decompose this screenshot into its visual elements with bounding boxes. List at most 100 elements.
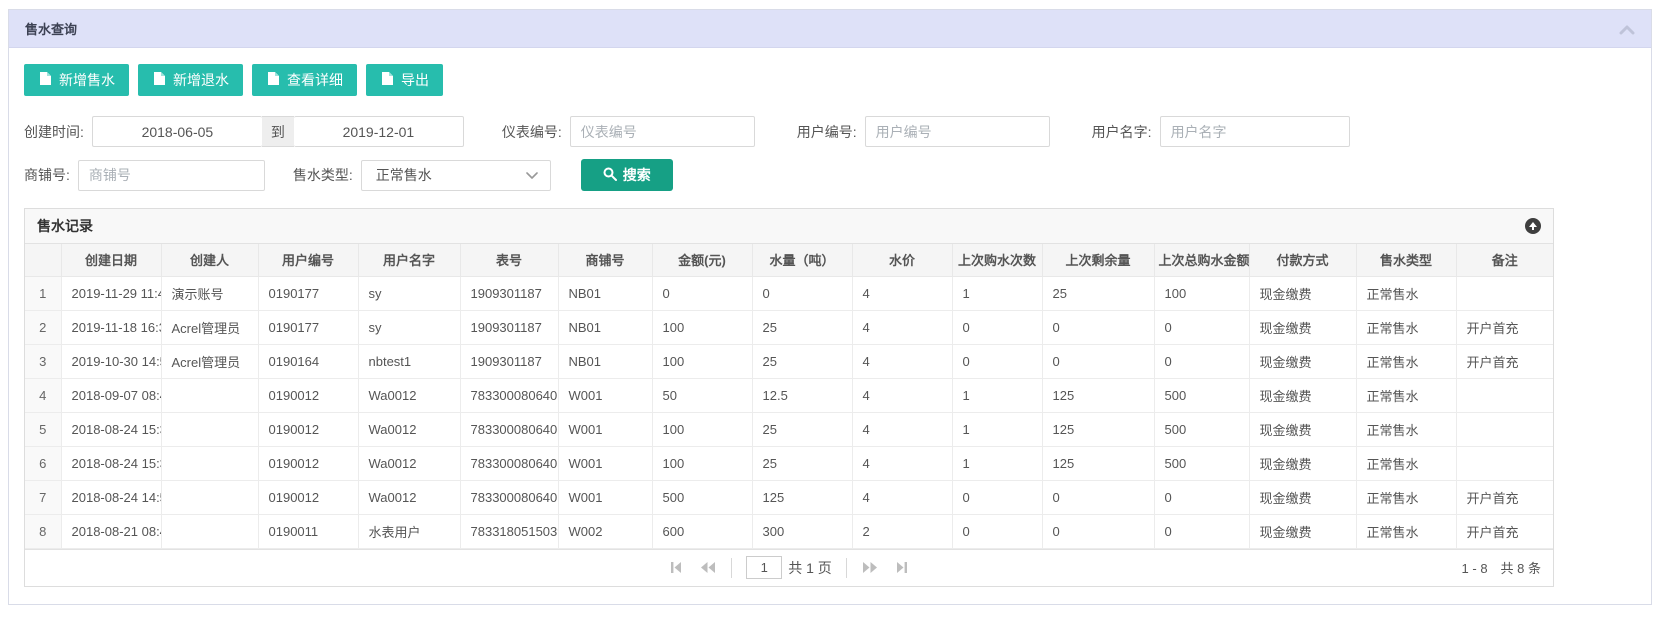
table-cell: 正常售水 xyxy=(1356,310,1456,344)
table-row[interactable]: 72018-08-24 14:50190012Wa001278330008064… xyxy=(25,480,1553,514)
table-cell: 25 xyxy=(752,412,852,446)
column-header[interactable] xyxy=(25,244,61,276)
table-cell: 300 xyxy=(752,514,852,548)
table-cell: 25 xyxy=(1042,276,1154,310)
meter-no-input[interactable] xyxy=(570,116,755,147)
table-cell: Wa0012 xyxy=(358,378,460,412)
table-row[interactable]: 62018-08-24 15:30190012Wa001278330008064… xyxy=(25,446,1553,480)
table-cell: 正常售水 xyxy=(1356,514,1456,548)
sale-type-select[interactable]: 正常售水 xyxy=(361,160,551,191)
table-cell: 0190012 xyxy=(258,378,358,412)
table-cell: 12.5 xyxy=(752,378,852,412)
column-header[interactable]: 上次购水次数 xyxy=(952,244,1042,276)
add-sale-button[interactable]: 新增售水 xyxy=(24,64,129,96)
table-cell: 0 xyxy=(952,310,1042,344)
table-cell: 1909301187 xyxy=(460,310,558,344)
table-cell xyxy=(1456,378,1553,412)
column-header[interactable]: 上次剩余量 xyxy=(1042,244,1154,276)
table-cell: 1909301187 xyxy=(460,344,558,378)
create-time-range: 到 xyxy=(92,116,464,147)
column-header[interactable]: 金额(元) xyxy=(652,244,752,276)
collapse-grid-icon[interactable] xyxy=(1525,218,1541,234)
main-panel: 售水查询 新增售水 新增退水 查看详细 导出 创建时间: xyxy=(8,9,1652,605)
column-header[interactable]: 备注 xyxy=(1456,244,1553,276)
column-header[interactable]: 上次总购水金额 xyxy=(1154,244,1249,276)
table-cell: 0 xyxy=(952,480,1042,514)
table-cell: sy xyxy=(358,276,460,310)
first-page-icon[interactable] xyxy=(667,561,685,575)
table-cell: 7833180515039 xyxy=(460,514,558,548)
table-cell: 2018-08-24 14:5 xyxy=(61,480,161,514)
search-button[interactable]: 搜索 xyxy=(581,159,673,191)
add-sale-label: 新增售水 xyxy=(59,70,115,90)
table-cell: 100 xyxy=(1154,276,1249,310)
view-detail-button[interactable]: 查看详细 xyxy=(252,64,357,96)
table-row[interactable]: 52018-08-24 15:30190012Wa001278330008064… xyxy=(25,412,1553,446)
table-cell: 4 xyxy=(852,276,952,310)
page-number-input[interactable] xyxy=(746,556,782,579)
toolbar: 新增售水 新增退水 查看详细 导出 xyxy=(24,64,1636,96)
table-cell: 4 xyxy=(25,378,61,412)
column-header[interactable]: 用户名字 xyxy=(358,244,460,276)
table-cell: 0190164 xyxy=(258,344,358,378)
table-cell: 0 xyxy=(952,514,1042,548)
column-header[interactable]: 售水类型 xyxy=(1356,244,1456,276)
table-row[interactable]: 42018-09-07 08:40190012Wa001278330008064… xyxy=(25,378,1553,412)
table-cell xyxy=(1456,412,1553,446)
date-to-input[interactable] xyxy=(294,116,464,147)
column-header[interactable]: 水量（吨） xyxy=(752,244,852,276)
table-cell: 正常售水 xyxy=(1356,378,1456,412)
panel-content: 新增售水 新增退水 查看详细 导出 创建时间: 到 仪表编号: xyxy=(9,48,1651,587)
prev-page-icon[interactable] xyxy=(699,561,717,575)
table-cell: 0190177 xyxy=(258,310,358,344)
table-cell: 0 xyxy=(752,276,852,310)
add-refund-button[interactable]: 新增退水 xyxy=(138,64,243,96)
export-button[interactable]: 导出 xyxy=(366,64,443,96)
table-cell: 50 xyxy=(652,378,752,412)
table-cell: 125 xyxy=(1042,446,1154,480)
table-cell: 4 xyxy=(852,480,952,514)
table-cell: 500 xyxy=(1154,446,1249,480)
table-cell: 2019-11-29 11:4 xyxy=(61,276,161,310)
table-cell: 0 xyxy=(952,344,1042,378)
column-header[interactable]: 商铺号 xyxy=(558,244,652,276)
next-page-icon[interactable] xyxy=(861,561,879,575)
table-cell: 2 xyxy=(852,514,952,548)
table-cell: 现金缴费 xyxy=(1249,378,1356,412)
date-from-input[interactable] xyxy=(92,116,262,147)
column-header[interactable]: 付款方式 xyxy=(1249,244,1356,276)
table-row[interactable]: 22019-11-18 16:3Acrel管理员0190177sy1909301… xyxy=(25,310,1553,344)
table-cell: 7833000806401 xyxy=(460,378,558,412)
pager-divider xyxy=(731,558,732,578)
table-cell: 现金缴费 xyxy=(1249,514,1356,548)
table-cell: 演示账号 xyxy=(161,276,258,310)
table-cell: 正常售水 xyxy=(1356,480,1456,514)
table-cell: 0 xyxy=(1042,310,1154,344)
table-cell: 100 xyxy=(652,412,752,446)
column-header[interactable]: 用户编号 xyxy=(258,244,358,276)
column-header[interactable]: 创建人 xyxy=(161,244,258,276)
table-cell: 1909301187 xyxy=(460,276,558,310)
collapse-panel-icon[interactable] xyxy=(1619,23,1635,35)
table-row[interactable]: 32019-10-30 14:5Acrel管理员0190164nbtest119… xyxy=(25,344,1553,378)
column-header[interactable]: 表号 xyxy=(460,244,558,276)
table-row[interactable]: 12019-11-29 11:4演示账号0190177sy1909301187N… xyxy=(25,276,1553,310)
last-page-icon[interactable] xyxy=(893,561,911,575)
table-cell: 125 xyxy=(752,480,852,514)
records-title: 售水记录 xyxy=(37,216,93,236)
user-no-input[interactable] xyxy=(865,116,1050,147)
table-cell: 0190012 xyxy=(258,480,358,514)
table-cell: 0 xyxy=(1042,344,1154,378)
file-icon xyxy=(152,71,166,89)
shop-no-input[interactable] xyxy=(78,160,265,191)
column-header[interactable]: 创建日期 xyxy=(61,244,161,276)
table-cell: 7833000806401 xyxy=(460,446,558,480)
column-header[interactable]: 水价 xyxy=(852,244,952,276)
table-cell: NB01 xyxy=(558,276,652,310)
table-cell: 2 xyxy=(25,310,61,344)
user-name-input[interactable] xyxy=(1160,116,1350,147)
table-cell: 500 xyxy=(1154,378,1249,412)
table-cell: 1 xyxy=(952,446,1042,480)
filter-row-1: 创建时间: 到 仪表编号: 用户编号: 用户名字: xyxy=(24,116,1636,147)
table-row[interactable]: 82018-08-21 08:40190011水表用户7833180515039… xyxy=(25,514,1553,548)
